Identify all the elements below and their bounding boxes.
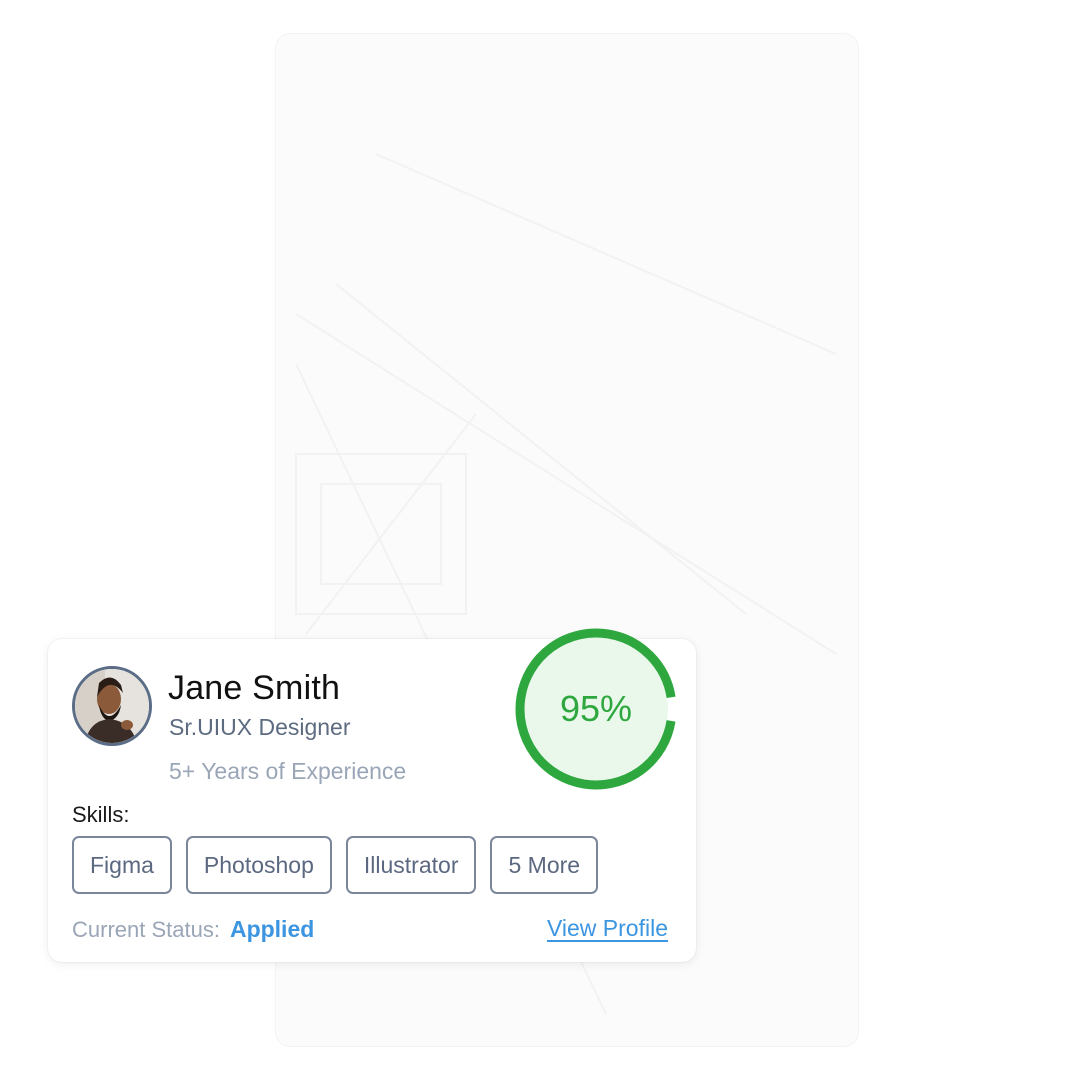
- skill-chip-illustrator[interactable]: Illustrator: [345, 836, 477, 894]
- skill-chip-photoshop[interactable]: Photoshop: [185, 836, 332, 894]
- match-score-label: 95%: [559, 688, 633, 729]
- match-score-ring: 95%: [512, 625, 680, 793]
- skills-chips: Figma Photoshop Illustrator 5 More: [72, 836, 599, 894]
- stage: Jane Smith Sr.UIUX Designer 5+ Years of …: [0, 0, 1080, 1080]
- skills-label: Skills:: [72, 802, 130, 827]
- candidate-name: Jane Smith: [168, 669, 341, 707]
- avatar: [72, 666, 152, 746]
- skill-chip-figma[interactable]: Figma: [72, 836, 172, 894]
- candidate-card[interactable]: Jane Smith Sr.UIUX Designer 5+ Years of …: [48, 628, 696, 962]
- person-photo-icon: [75, 669, 149, 743]
- status-row: Current Status: Applied: [72, 916, 314, 943]
- candidate-experience: 5+ Years of Experience: [169, 758, 407, 784]
- status-label: Current Status:: [72, 917, 220, 942]
- view-profile-link[interactable]: View Profile: [547, 915, 668, 942]
- status-badge: Applied: [229, 916, 315, 942]
- candidate-role: Sr.UIUX Designer: [169, 714, 351, 740]
- skill-chip-more[interactable]: 5 More: [490, 836, 599, 894]
